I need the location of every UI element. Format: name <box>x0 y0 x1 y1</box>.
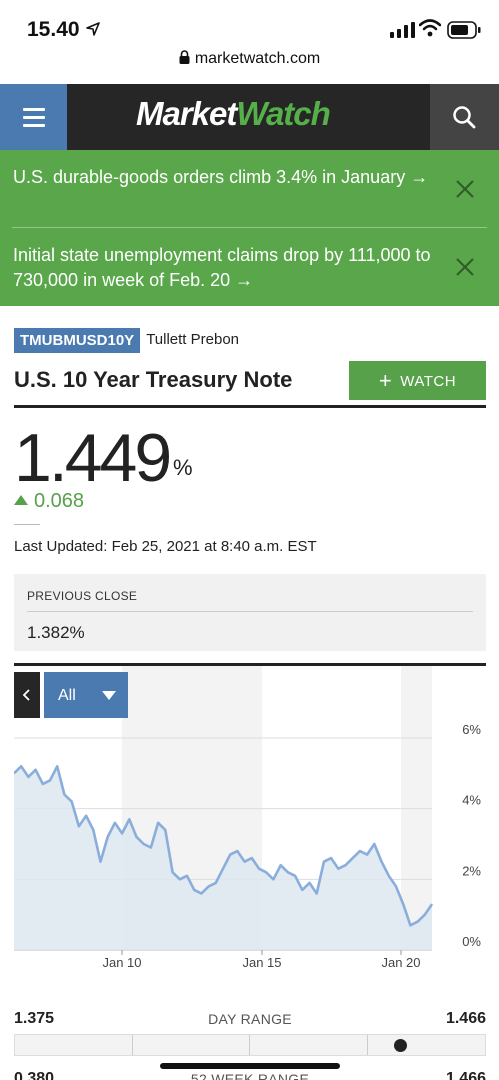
site-header: MarketWatch <box>0 84 499 150</box>
x-tick-label: Jan 15 <box>242 955 281 970</box>
day-range-label: DAY RANGE <box>208 1011 292 1027</box>
chevron-left-icon <box>22 689 30 701</box>
price-value: 1.449 <box>14 420 172 496</box>
status-bar: 15.40 <box>0 0 499 50</box>
search-icon <box>453 106 476 129</box>
instrument-title: U.S. 10 Year Treasury Note <box>14 367 293 392</box>
close-icon[interactable] <box>455 179 475 199</box>
price-unit: % <box>173 455 193 480</box>
news-item[interactable]: U.S. durable-goods orders climb 3.4% in … <box>0 150 499 228</box>
triangle-up-icon <box>14 495 28 505</box>
wifi-icon <box>419 19 441 37</box>
chart-range-value: All <box>58 687 76 704</box>
day-range-row: 1.375 DAY RANGE 1.466 <box>14 1010 486 1032</box>
battery-icon <box>447 21 481 39</box>
watch-button[interactable]: + WATCH <box>349 361 486 400</box>
price-change: 0.068 <box>14 490 84 513</box>
location-arrow-icon <box>86 22 100 36</box>
news-headline[interactable]: U.S. durable-goods orders climb 3.4% in … <box>13 165 438 190</box>
exchange-name: Tullett Prebon <box>146 331 240 348</box>
week52-range-high: 1.466 <box>445 1070 486 1080</box>
signal-icon <box>390 22 415 38</box>
marketwatch-logo[interactable]: MarketWatch <box>136 95 331 133</box>
ticker-symbol: TMUBMUSD10Y <box>14 328 141 353</box>
y-tick-label: 0% <box>462 934 481 949</box>
watch-label: WATCH <box>400 373 457 390</box>
news-item[interactable]: Initial state unemployment claims drop b… <box>0 228 499 306</box>
close-icon[interactable] <box>455 257 475 277</box>
status-time: 15.40 <box>27 18 80 41</box>
last-updated: Last Updated: Feb 25, 2021 at 8:40 a.m. … <box>14 538 317 555</box>
plus-icon: + <box>378 368 393 393</box>
previous-close-label: PREVIOUS CLOSE <box>27 589 138 603</box>
y-tick-label: 6% <box>462 722 481 737</box>
range-tick <box>249 1035 250 1055</box>
divider <box>14 405 486 408</box>
search-button[interactable] <box>430 84 499 150</box>
price-change-value: 0.068 <box>34 490 85 512</box>
week52-range-row: 0.380 52 WEEK RANGE 1.466 <box>14 1070 486 1080</box>
chart-back-button[interactable] <box>14 672 40 718</box>
previous-close-value: 1.382% <box>27 623 85 642</box>
menu-button[interactable] <box>0 84 67 150</box>
hamburger-icon <box>23 108 45 111</box>
range-tick <box>132 1035 133 1055</box>
ticker-row: TMUBMUSD10Y Tullett Prebon <box>14 328 239 353</box>
range-tick <box>367 1035 368 1055</box>
day-range-high: 1.466 <box>445 1010 486 1027</box>
divider <box>14 524 40 525</box>
hamburger-icon <box>23 116 45 119</box>
previous-close-panel: PREVIOUS CLOSE 1.382% <box>14 574 486 651</box>
lock-icon <box>179 50 190 64</box>
hamburger-icon <box>23 124 45 127</box>
address-bar[interactable]: marketwatch.com <box>0 50 499 84</box>
news-headline[interactable]: Initial state unemployment claims drop b… <box>13 243 438 293</box>
day-range-marker <box>393 1039 407 1052</box>
day-range-bar <box>14 1034 486 1056</box>
chart-range-select[interactable]: All <box>44 672 128 718</box>
home-indicator <box>160 1063 340 1069</box>
y-tick-label: 2% <box>462 863 481 878</box>
week52-range-label: 52 WEEK RANGE <box>190 1071 310 1080</box>
x-tick-label: Jan 20 <box>381 955 420 970</box>
divider <box>27 611 473 612</box>
url-text: marketwatch.com <box>194 50 321 67</box>
caret-down-icon <box>102 691 116 700</box>
x-tick-label: Jan 10 <box>102 955 141 970</box>
breaking-news-banner: U.S. durable-goods orders climb 3.4% in … <box>0 150 499 306</box>
y-tick-label: 4% <box>462 793 481 808</box>
